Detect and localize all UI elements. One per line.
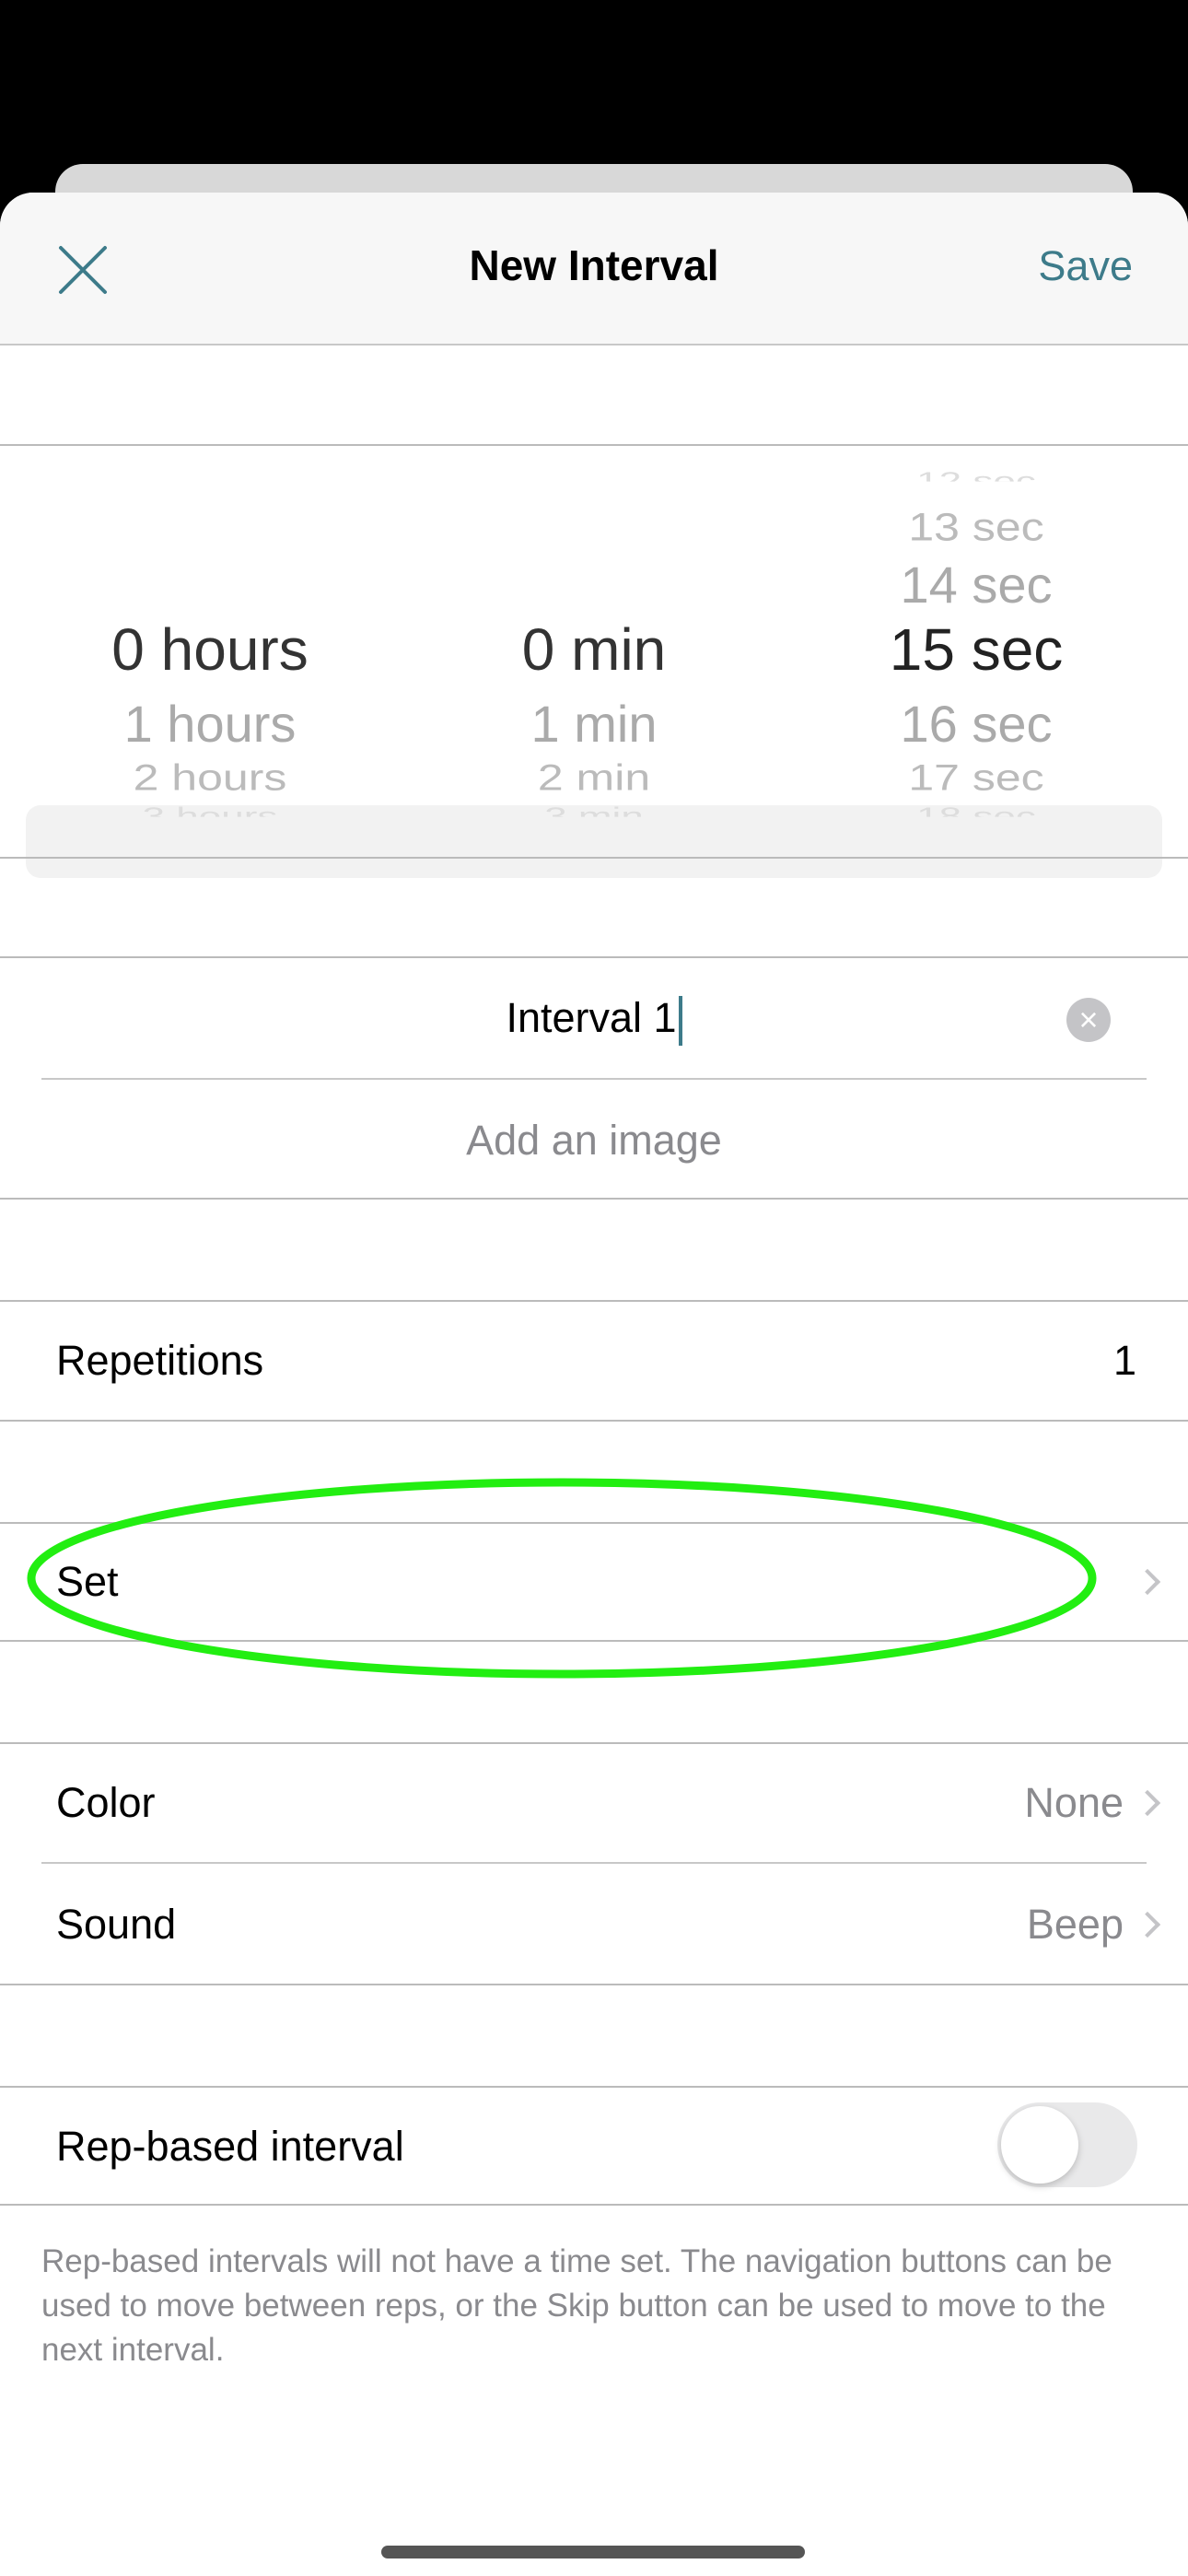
chevron-right-icon	[1134, 1568, 1161, 1596]
hours-option[interactable]: 1 hours	[26, 698, 394, 750]
rep-based-label: Rep-based interval	[56, 2123, 404, 2170]
divider	[0, 1198, 1188, 1200]
seconds-option[interactable]: 14 sec	[792, 559, 1160, 611]
hours-option[interactable]: 3 hours	[26, 804, 394, 816]
interval-name-value: Interval 1	[506, 994, 677, 1041]
set-label: Set	[56, 1558, 119, 1605]
color-row[interactable]: Color None	[0, 1744, 1188, 1862]
divider	[0, 1984, 1188, 1985]
text-cursor	[678, 996, 682, 1047]
chevron-right-icon	[1134, 1789, 1161, 1817]
clear-text-icon[interactable]: ×	[1066, 998, 1111, 1042]
seconds-option[interactable]: 13 sec	[792, 508, 1160, 547]
divider	[0, 2204, 1188, 2206]
new-interval-sheet: New Interval Save 0 hours 1 hours 2 hour…	[0, 193, 1188, 2576]
hours-selected[interactable]: 0 hours	[26, 620, 394, 679]
divider	[0, 956, 1188, 958]
repetitions-label: Repetitions	[56, 1337, 264, 1384]
seconds-option[interactable]: 18 sec	[792, 804, 1160, 816]
seconds-option[interactable]: 16 sec	[792, 698, 1160, 750]
toggle-knob	[1001, 2106, 1078, 2184]
minutes-option[interactable]: 3 min	[410, 804, 778, 816]
divider	[0, 1640, 1188, 1642]
minutes-selected[interactable]: 0 min	[410, 620, 778, 679]
rep-based-footer: Rep-based intervals will not have a time…	[41, 2243, 1112, 2368]
add-image-button[interactable]: Add an image	[0, 1117, 1188, 1165]
seconds-option[interactable]: 12 sec	[792, 469, 1160, 481]
color-label: Color	[56, 1779, 156, 1826]
save-button[interactable]: Save	[1038, 242, 1133, 290]
divider	[0, 2086, 1188, 2088]
divider	[0, 857, 1188, 859]
seconds-selected[interactable]: 15 sec	[792, 620, 1160, 679]
repetitions-value: 1	[1112, 1337, 1136, 1384]
set-row[interactable]: Set	[0, 1524, 1188, 1640]
color-value: None	[1024, 1779, 1124, 1826]
minutes-option[interactable]: 1 min	[410, 698, 778, 750]
seconds-option[interactable]: 17 sec	[792, 759, 1160, 796]
repetitions-row[interactable]: Repetitions 1	[0, 1302, 1188, 1420]
interval-name-input[interactable]: Interval 1	[0, 994, 1188, 1047]
sound-row[interactable]: Sound Beep	[0, 1864, 1188, 1984]
sound-value: Beep	[1026, 1901, 1124, 1948]
minutes-option[interactable]: 2 min	[410, 759, 778, 796]
hours-option[interactable]: 2 hours	[26, 759, 394, 796]
chevron-right-icon	[1134, 1911, 1161, 1938]
divider	[41, 1078, 1147, 1080]
page-title: New Interval	[469, 241, 719, 289]
divider	[0, 1420, 1188, 1422]
home-indicator	[381, 2546, 805, 2558]
rep-based-toggle[interactable]	[997, 2102, 1137, 2187]
nav-bar: New Interval Save	[0, 193, 1188, 345]
sound-label: Sound	[56, 1901, 177, 1948]
